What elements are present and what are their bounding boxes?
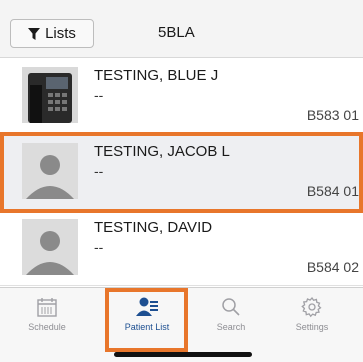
nav-header: Lists 5BLA [0, 0, 363, 58]
lists-button[interactable]: Lists [10, 19, 94, 48]
patient-photo [22, 143, 78, 199]
home-indicator [114, 352, 252, 357]
patient-bed: B584 01 [306, 183, 359, 199]
patient-subtitle: -- [94, 87, 104, 103]
patient-name: TESTING, JACOB L [94, 143, 230, 160]
tab-patient-list-label: Patient List [124, 322, 170, 332]
tab-bar: Schedule Patient List Search Settings [0, 287, 363, 362]
tab-patient-list[interactable]: Patient List [112, 288, 182, 346]
patient-row[interactable]: TESTING, JACOB L -- B584 01 [0, 134, 363, 210]
lists-button-label: Lists [45, 25, 76, 42]
patient-subtitle: -- [94, 163, 104, 179]
patient-row[interactable]: TESTING, DAVID -- B584 02 [0, 210, 363, 286]
avatar-placeholder-icon [22, 219, 78, 275]
calendar-icon [37, 298, 57, 317]
patient-name: TESTING, DAVID [94, 219, 213, 236]
tab-settings-label: Settings [295, 322, 329, 332]
tab-schedule[interactable]: Schedule [12, 288, 82, 346]
tab-settings[interactable]: Settings [277, 288, 347, 346]
patient-list-icon [136, 297, 158, 316]
patient-bed: B584 02 [306, 259, 359, 275]
avatar-placeholder-icon [22, 143, 78, 199]
tab-schedule-label: Schedule [28, 322, 66, 332]
patient-photo [22, 67, 78, 123]
filter-icon [28, 27, 41, 40]
gear-icon [301, 296, 322, 318]
patient-photo [22, 219, 78, 275]
tab-search-label: Search [216, 322, 246, 332]
patient-subtitle: -- [94, 239, 104, 255]
tab-search[interactable]: Search [196, 288, 266, 346]
phone-photo-icon [22, 67, 78, 123]
search-icon [222, 298, 240, 316]
patient-row[interactable]: TESTING, BLUE J -- B583 01 [0, 58, 363, 134]
patient-bed: B583 01 [306, 107, 359, 123]
unit-title: 5BLA [158, 24, 195, 41]
patient-name: TESTING, BLUE J [94, 67, 219, 84]
